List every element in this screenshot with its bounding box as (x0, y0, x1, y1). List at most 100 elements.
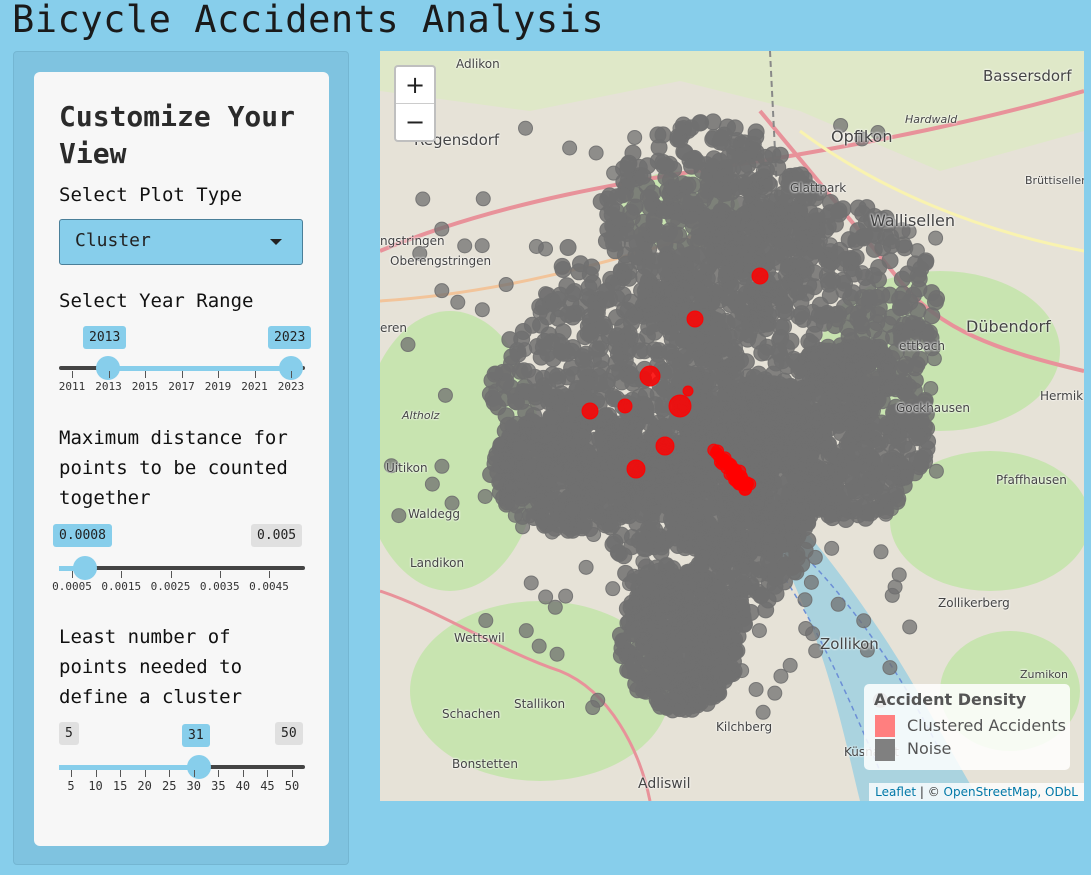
noise-point (841, 362, 859, 380)
noise-point (803, 574, 819, 590)
noise-point (762, 176, 778, 192)
noise-point (902, 619, 918, 635)
min-points-tick-label: 5 (67, 779, 75, 793)
place-label: Wallisellen (870, 211, 955, 230)
noise-point (755, 704, 771, 720)
legend-swatch-cluster (875, 715, 895, 737)
noise-point (505, 455, 523, 473)
noise-point (699, 221, 717, 239)
noise-point (914, 449, 930, 465)
noise-point (675, 345, 693, 363)
noise-point (475, 191, 491, 207)
noise-point (728, 422, 746, 440)
noise-point (649, 385, 667, 403)
noise-point (782, 530, 800, 548)
noise-point (477, 488, 493, 504)
leaflet-link[interactable]: Leaflet (875, 785, 916, 799)
noise-point (724, 645, 742, 663)
slider-tick (144, 770, 146, 777)
noise-point (434, 283, 450, 299)
noise-point (559, 239, 577, 257)
slider-tick (267, 770, 269, 777)
cluster-point (682, 385, 694, 397)
noise-point (586, 527, 602, 543)
noise-point (835, 274, 853, 292)
noise-point (518, 623, 534, 639)
noise-point (570, 415, 588, 433)
noise-point (538, 241, 554, 257)
cluster-point (668, 394, 692, 418)
noise-point (800, 276, 818, 294)
noise-point (863, 476, 881, 494)
distance-handle[interactable] (73, 556, 97, 580)
osm-link[interactable]: OpenStreetMap, ODbL (944, 785, 1078, 799)
noise-point (782, 381, 800, 399)
noise-point (512, 440, 528, 456)
noise-point (527, 383, 545, 401)
distance-tick-label: 0.0015 (101, 580, 142, 593)
year-tick-label: 2015 (131, 380, 159, 393)
noise-point (628, 234, 646, 252)
noise-point (686, 638, 704, 656)
min-points-slider[interactable]: 5 31 50 5 10 15 20 25 30 35 40 45 50 (59, 722, 305, 793)
noise-point (518, 120, 534, 136)
slider-tick (169, 770, 171, 777)
noise-point (893, 298, 911, 316)
noise-point (823, 396, 841, 414)
noise-point (873, 544, 889, 560)
noise-point (832, 342, 850, 360)
min-points-tick-label: 35 (211, 779, 226, 793)
noise-point (724, 215, 742, 233)
zoom-out-button[interactable]: − (396, 104, 434, 140)
noise-point (585, 700, 601, 716)
noise-point (556, 420, 574, 438)
slider-tick (291, 371, 292, 378)
noise-point (611, 213, 627, 229)
noise-point (627, 129, 643, 145)
noise-point (830, 596, 846, 612)
noise-point (648, 612, 666, 630)
noise-point (585, 479, 603, 497)
place-label: Kilchberg (716, 720, 773, 734)
noise-point (820, 275, 838, 293)
noise-point (706, 521, 724, 539)
min-points-handle[interactable] (187, 755, 211, 779)
year-tick-label: 2013 (95, 380, 122, 393)
place-label: eren (380, 321, 408, 335)
accident-map[interactable]: Adlikon Bassersdorf Regensdorf Opfikon H… (380, 51, 1084, 801)
noise-point (882, 379, 900, 397)
noise-point (779, 515, 797, 533)
noise-point (525, 427, 543, 445)
noise-point (854, 265, 870, 281)
distance-slider[interactable]: 0.0008 0.005 0.0005 0.0015 0.0025 0.0035 0.0… (52, 524, 305, 594)
noise-point (759, 481, 777, 499)
noise-point (926, 351, 942, 367)
noise-point (680, 370, 698, 388)
noise-point (608, 289, 626, 307)
place-label: Zollikerberg (938, 596, 1010, 610)
plot-type-value: Cluster (75, 230, 151, 251)
noise-point (667, 521, 685, 539)
noise-point (767, 685, 783, 701)
noise-point (782, 657, 798, 673)
noise-point (715, 616, 731, 632)
min-points-tick-label: 30 (186, 779, 201, 793)
noise-point (580, 279, 598, 297)
noise-point (415, 191, 431, 207)
noise-point (553, 257, 571, 275)
noise-point (786, 564, 802, 580)
year-range-slider[interactable]: 2013 2023 2011 2013 2015 2017 2019 2021 2023 (59, 326, 312, 396)
plot-type-select[interactable]: Cluster (59, 219, 303, 265)
noise-point (532, 305, 548, 321)
noise-point (665, 618, 683, 636)
map-legend: Accident Density Clustered Accidents Noi… (864, 684, 1070, 770)
noise-point (519, 481, 537, 499)
slider-tick (108, 371, 110, 378)
noise-point (704, 345, 722, 363)
noise-point (711, 281, 729, 299)
zoom-in-button[interactable]: + (396, 67, 434, 104)
noise-point (803, 214, 821, 232)
place-label: Bonstetten (452, 757, 518, 771)
min-points-tick-label: 10 (88, 779, 103, 793)
noise-point (691, 693, 709, 711)
